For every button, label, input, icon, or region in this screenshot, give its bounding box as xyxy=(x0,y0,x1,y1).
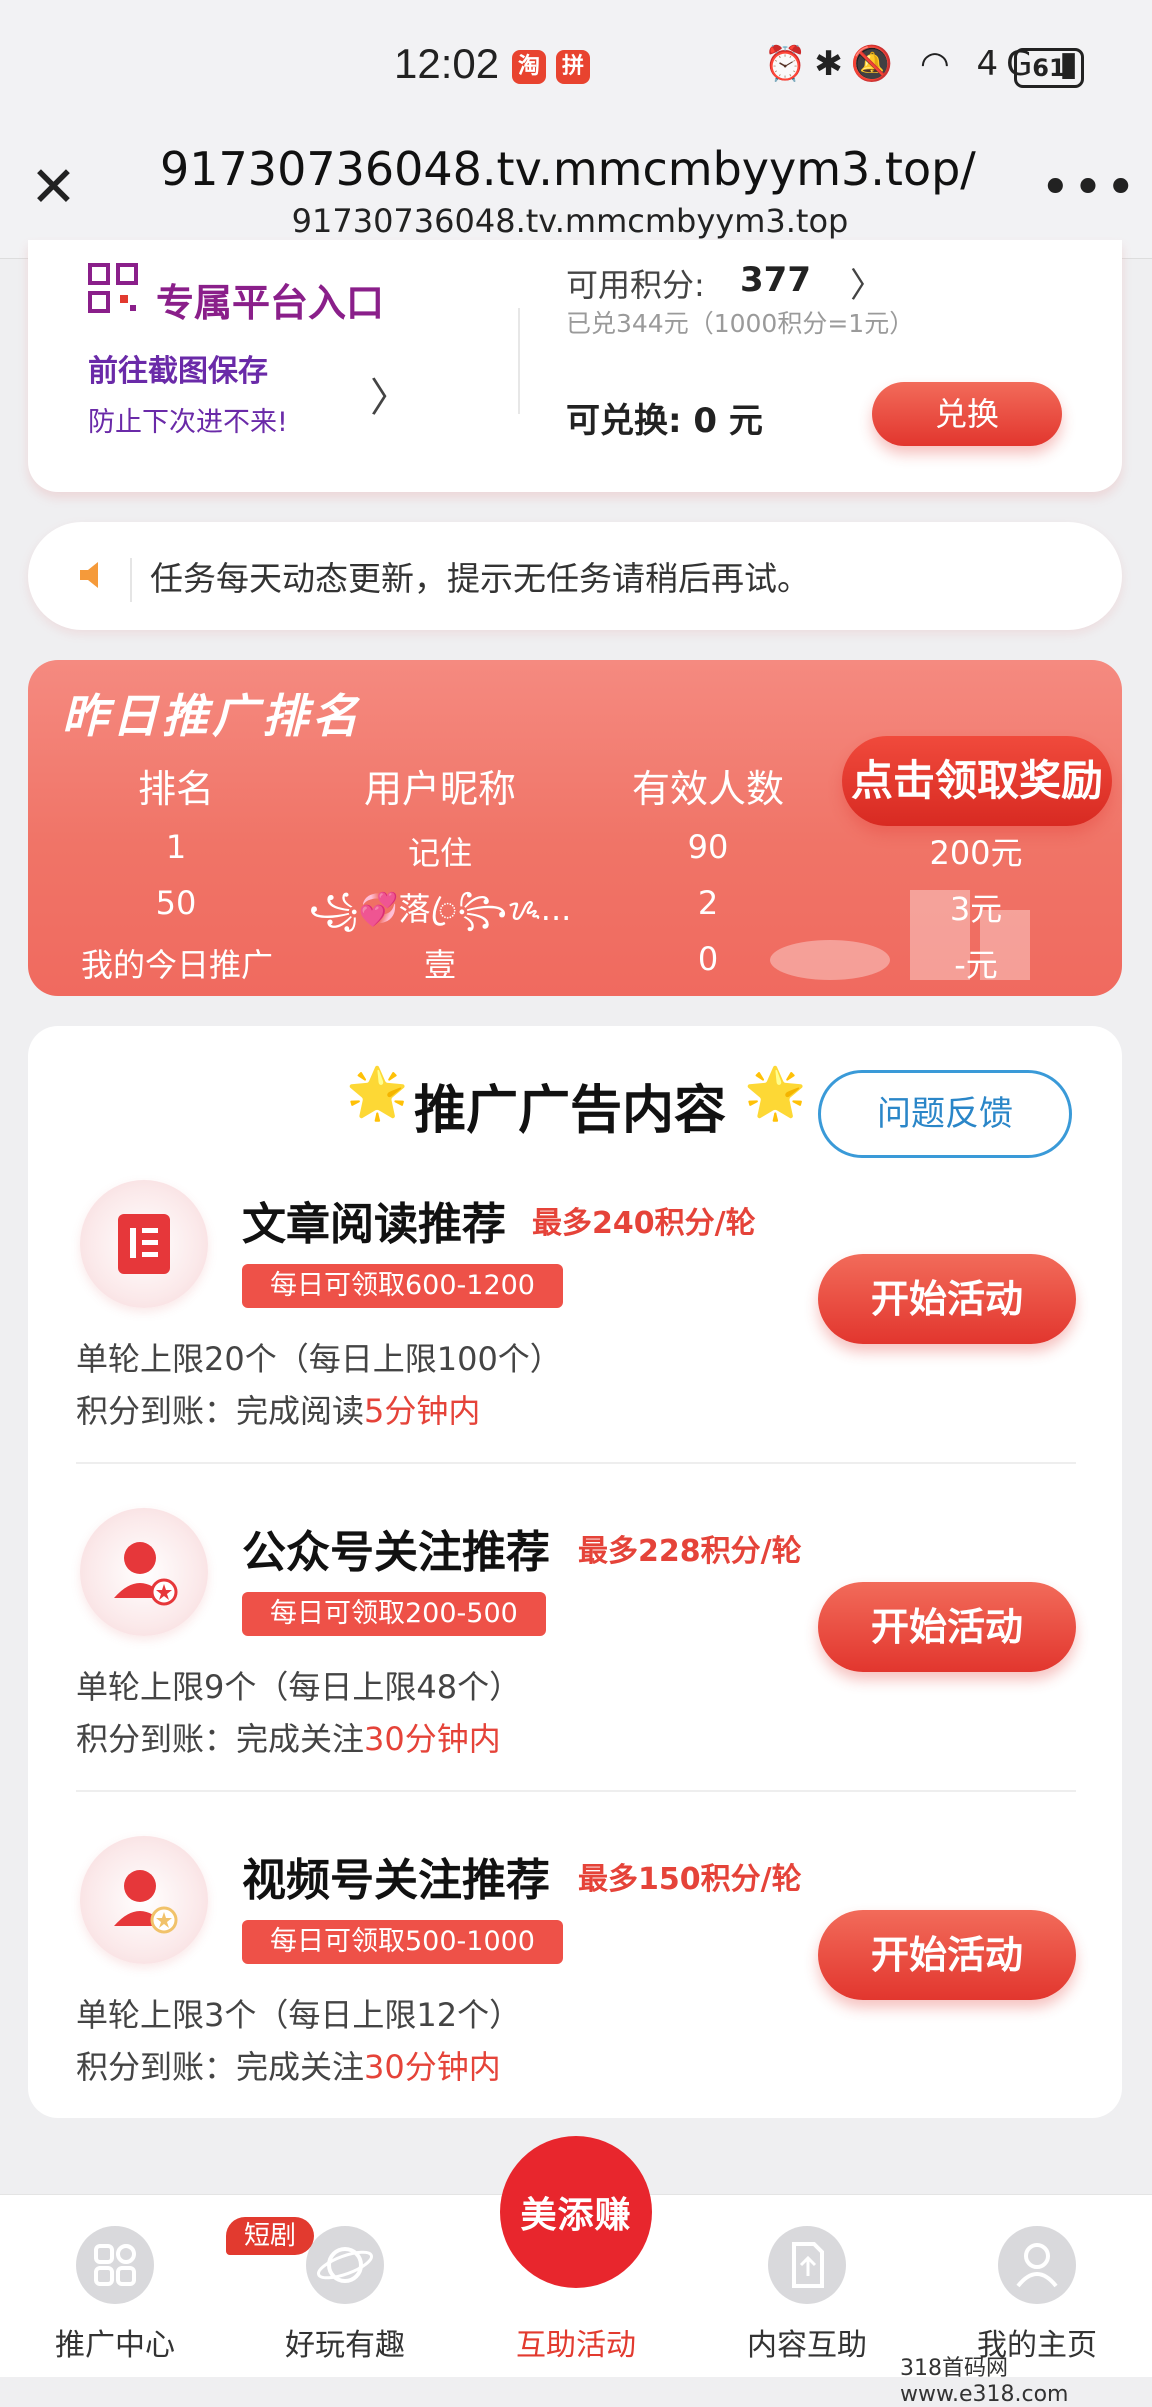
star-icon: 🌟 xyxy=(744,1064,807,1122)
status-time: 12:02 xyxy=(394,40,500,87)
claim-reward-button[interactable]: 点击领取奖励 xyxy=(842,736,1112,826)
start-activity-button[interactable]: 开始活动 xyxy=(818,1254,1076,1344)
grid-icon[interactable] xyxy=(76,2226,154,2304)
rank-cell: 1 xyxy=(165,828,187,866)
ad-name: 文章阅读推荐 xyxy=(242,1199,506,1250)
count-cell: 90 xyxy=(687,828,729,866)
feedback-button[interactable]: 问题反馈 xyxy=(818,1070,1072,1158)
reward-cell: 200元 xyxy=(929,834,1023,872)
page-host: 91730736048.tv.mmcmbyym3.top xyxy=(291,202,849,240)
available-points-value: 377 xyxy=(740,260,811,300)
round-limit: 单轮上限20个（每日上限100个） xyxy=(76,1340,562,1378)
entry-title: 专属平台入口 xyxy=(156,281,385,325)
entry-subtitle: 防止下次进不来! xyxy=(88,407,288,438)
video-account-icon xyxy=(80,1836,208,1964)
nav-mutual-activity[interactable]: 互助活动 xyxy=(476,2320,676,2364)
ad-name: 公众号关注推荐 xyxy=(242,1527,550,1578)
planet-icon[interactable] xyxy=(306,2226,384,2304)
reward-cell: -元 xyxy=(954,946,998,984)
exchangeable-amount: 可兑换: 0 元 xyxy=(566,401,763,441)
nickname-cell: 记住 xyxy=(407,834,472,872)
taobao-icon: 淘 xyxy=(512,50,546,84)
daily-quota-tag: 每日可领取500-1000 xyxy=(242,1920,563,1964)
close-icon[interactable]: ✕ xyxy=(30,160,77,216)
daily-quota-tag: 每日可领取600-1200 xyxy=(242,1264,563,1308)
save-screenshot-link[interactable]: 前往截图保存 xyxy=(88,346,268,390)
pinduoduo-icon: 拼 xyxy=(556,50,590,84)
divider xyxy=(518,308,520,414)
reward-cell: 3元 xyxy=(949,890,1003,928)
available-points-label: 可用积分: xyxy=(566,266,705,304)
nav-promotion-center[interactable]: 推广中心 xyxy=(15,2320,215,2364)
ad-max-points: 最多240积分/轮 xyxy=(532,1206,756,1241)
start-activity-button[interactable]: 开始活动 xyxy=(818,1910,1076,2000)
nickname-cell: 壹 xyxy=(423,946,456,984)
header-count: 有效人数 xyxy=(631,767,784,811)
arrival-info: 积分到账：完成关注30分钟内 xyxy=(76,1720,501,1758)
divider xyxy=(76,1462,1076,1464)
ranking-title: 昨日推广排名 xyxy=(62,689,362,743)
daily-quota-tag: 每日可领取200-500 xyxy=(242,1592,546,1636)
redeemed-info: 已兑344元（1000积分=1元） xyxy=(566,309,915,338)
header-rank: 排名 xyxy=(137,767,214,811)
star-icon: 🌟 xyxy=(346,1064,409,1122)
user-icon[interactable] xyxy=(998,2226,1076,2304)
my-today-label: 我的今日推广 xyxy=(80,946,273,984)
notice-text: 任务每天动态更新，提示无任务请稍后再试。 xyxy=(150,559,810,598)
nav-content-mutual[interactable]: 内容互助 xyxy=(707,2320,907,2364)
speaker-icon xyxy=(80,562,98,588)
more-menu-icon[interactable]: ••• xyxy=(1040,158,1138,218)
exchange-button[interactable]: 兑换 xyxy=(872,382,1062,446)
chevron-right-icon[interactable]: 〉 xyxy=(370,365,410,423)
round-limit: 单轮上限3个（每日上限12个） xyxy=(76,1996,522,2034)
article-icon xyxy=(80,1180,208,1308)
qr-code-icon xyxy=(88,263,138,313)
arrival-info: 积分到账：完成阅读5分钟内 xyxy=(76,1392,481,1430)
divider xyxy=(130,558,132,602)
center-logo-text: 美添赚 xyxy=(520,2195,632,2236)
ad-max-points: 最多150积分/轮 xyxy=(578,1862,802,1897)
watermark: 318首码网 www.e318.com xyxy=(900,2356,1069,2407)
count-cell: 2 xyxy=(697,884,719,922)
official-account-icon xyxy=(80,1508,208,1636)
header-nickname: 用户昵称 xyxy=(363,767,516,811)
ad-name: 视频号关注推荐 xyxy=(242,1855,550,1906)
nav-fun[interactable]: 好玩有趣 xyxy=(245,2320,445,2364)
document-icon[interactable] xyxy=(768,2226,846,2304)
arrival-info: 积分到账：完成关注30分钟内 xyxy=(76,2048,501,2086)
rank-cell: 50 xyxy=(155,884,197,922)
battery-icon: 61 xyxy=(1014,48,1084,88)
chevron-right-icon[interactable]: 〉 xyxy=(850,258,884,307)
short-drama-badge: 短剧 xyxy=(226,2217,314,2255)
start-activity-button[interactable]: 开始活动 xyxy=(818,1582,1076,1672)
ads-title: 推广广告内容 xyxy=(414,1081,727,1141)
ad-max-points: 最多228积分/轮 xyxy=(578,1534,802,1569)
count-cell: 0 xyxy=(697,940,719,978)
divider xyxy=(76,1790,1076,1792)
round-limit: 单轮上限9个（每日上限48个） xyxy=(76,1668,522,1706)
page-url: 91730736048.tv.mmcmbyym3.top/... xyxy=(160,142,980,196)
